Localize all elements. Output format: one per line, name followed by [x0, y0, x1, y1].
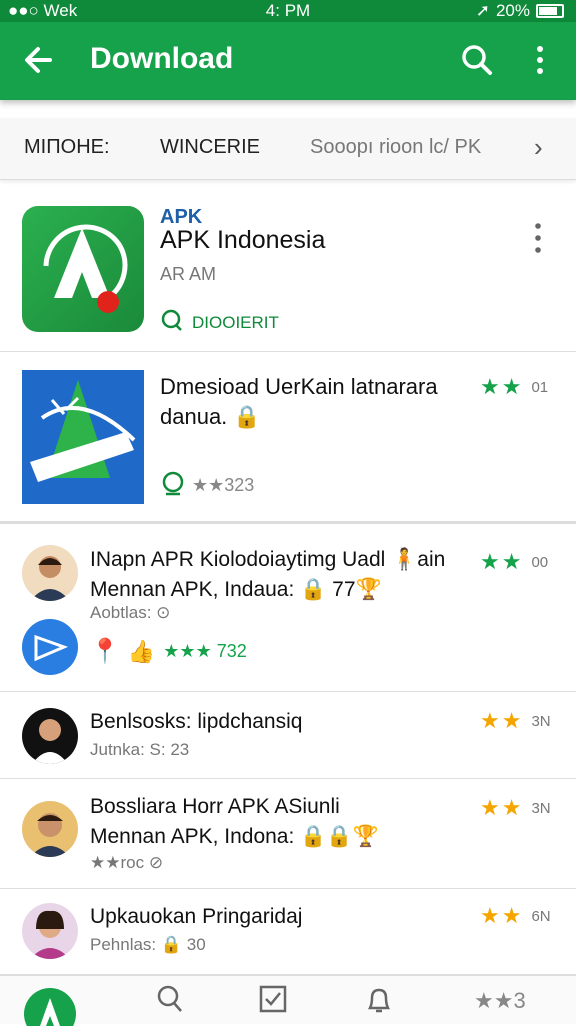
stats-text: ★★323 — [192, 475, 255, 495]
battery-icon — [536, 4, 564, 18]
avatar — [22, 903, 78, 959]
rating-count: 01 — [531, 378, 549, 396]
search-icon[interactable] — [460, 40, 494, 80]
nav-home-icon[interactable] — [22, 986, 78, 1031]
post-row-2[interactable]: Benlsosks: lipdchansiq Jutnka: S: 23 ★ ★… — [0, 692, 576, 779]
post-stats-text: ★★★ 732 — [163, 641, 247, 661]
tab-3[interactable]: Sooopı rioon lc/ PK — [310, 136, 481, 159]
post-meta: Pehnlas: 🔒 30 — [90, 935, 206, 954]
status-bar: ●●○ Wek 4: PM ➚ 20% — [0, 0, 576, 22]
post-meta: ★★roc ⊘ — [90, 853, 164, 872]
like-icon[interactable]: 👍 — [128, 639, 155, 665]
star-icon: ★ — [480, 708, 500, 733]
star-icon: ★ — [480, 795, 500, 820]
chat-bubble-icon — [160, 308, 184, 337]
star-icon: ★ — [501, 795, 522, 820]
nav-rating-text: ★★3 — [474, 988, 526, 1013]
rating: ★ ★ 00 — [480, 549, 548, 575]
rating-count: 6N — [531, 907, 551, 925]
star-icon: ★ — [501, 708, 522, 733]
status-right: ➚ 20% — [476, 1, 564, 21]
post-row-1[interactable]: INapn APR Kiolodoiaytimg Uadl 🧍ain Menna… — [0, 527, 576, 692]
app-title: Dmesioad UerKain latnarara danua. 🔒 — [160, 372, 460, 432]
back-arrow-icon[interactable] — [22, 40, 54, 80]
app-badge: DIOOIERIT — [160, 308, 279, 337]
post-title: Benlsosks: lipdchansiq — [90, 710, 303, 733]
rating: ★ ★ 3N — [480, 708, 551, 734]
rating: ★ ★ 01 — [480, 374, 548, 400]
post-title: Bossliara Horr APK ASiunli — [90, 795, 340, 818]
category-tabs: MIΠOHE: WINCERIE Sooopı rioon lc/ PK › — [0, 118, 576, 180]
rating-count: 3N — [531, 712, 551, 730]
chevron-right-icon[interactable]: › — [534, 132, 543, 163]
bottom-nav: ★★3 — [0, 975, 576, 1031]
app-menu-icon[interactable] — [530, 220, 546, 256]
more-vert-icon[interactable] — [528, 40, 552, 80]
lock-emoji: 🔒 — [233, 404, 261, 429]
featured-app-row[interactable]: APK APK Indonesia AR AM DIOOIERIT — [0, 192, 576, 352]
rating: ★ ★ 3N — [480, 795, 551, 821]
post-meta: Jutnka: S: 23 — [90, 740, 190, 759]
star-icon: ★ — [480, 549, 500, 574]
app-name: APK Indonesia — [160, 226, 326, 254]
star-icon: ★ — [501, 374, 522, 399]
post-title-line-2: Mennan APK, Indaua: 🔒 77🏆 — [90, 578, 382, 601]
badge-text: DIOOIERIT — [192, 312, 279, 332]
location-icon: ➚ — [475, 1, 490, 20]
star-icon: ★ — [501, 549, 522, 574]
star-icon: ★ — [501, 903, 522, 928]
nav-bell-icon[interactable] — [364, 984, 394, 1019]
share-icon[interactable] — [22, 619, 78, 675]
avatar — [22, 545, 78, 601]
nav-search-icon[interactable] — [156, 984, 184, 1019]
post-stats: 📍 👍 ★★★ 732 — [90, 637, 247, 666]
app-bar: Download — [0, 22, 576, 100]
star-icon: ★ — [480, 903, 500, 928]
rating: ★ ★ 6N — [480, 903, 551, 929]
app-thumbnail — [22, 370, 144, 504]
app-stats: ★★323 — [160, 470, 254, 501]
comment-icon — [160, 470, 186, 501]
post-title-line-2: Mennan APK, Indona: 🔒🔒🏆 — [90, 825, 379, 848]
post-title-line-1: INapn APR Kiolodoiaytimg Uadl 🧍ain — [90, 548, 446, 571]
app-title-text: Dmesioad UerKain latnarara danua. — [160, 374, 438, 429]
app-row-2[interactable]: Dmesioad UerKain latnarara danua. 🔒 ★★32… — [0, 352, 576, 524]
app-subtitle: AR AM — [160, 264, 217, 284]
tab-1[interactable]: MIΠOHE: — [24, 136, 110, 159]
post-row-3[interactable]: Bossliara Horr APK ASiunli Mennan APK, I… — [0, 779, 576, 889]
star-icon: ★ — [480, 374, 500, 399]
apk-app-icon — [22, 206, 144, 332]
tab-2[interactable]: WINCERIE — [160, 136, 260, 159]
page-title: Download — [90, 42, 234, 75]
avatar — [22, 708, 78, 764]
post-meta: Aobtlas: ⊙ — [90, 603, 171, 622]
nav-rating-item[interactable]: ★★3 — [474, 988, 526, 1014]
post-title: INapn APR Kiolodoiaytimg Uadl 🧍ain Menna… — [90, 545, 470, 605]
pin-icon: 📍 — [90, 638, 120, 665]
battery-percent: 20% — [495, 1, 530, 20]
post-title: Upkauokan Pringaridaj — [90, 905, 303, 928]
nav-check-icon[interactable] — [258, 984, 288, 1019]
avatar — [22, 801, 78, 857]
rating-count: 3N — [531, 799, 551, 817]
rating-count: 00 — [531, 553, 549, 571]
post-row-4[interactable]: Upkauokan Pringaridaj Pehnlas: 🔒 30 ★ ★ … — [0, 889, 576, 975]
